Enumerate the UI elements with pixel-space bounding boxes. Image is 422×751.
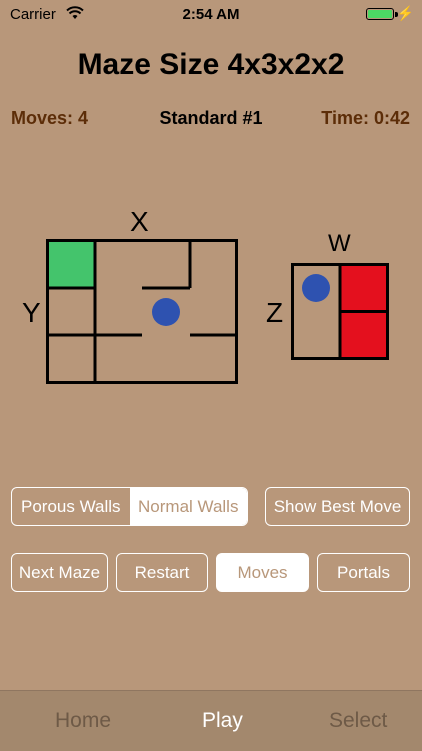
- page-title: Maze Size 4x3x2x2: [77, 48, 345, 81]
- player-marker-zw: [302, 274, 330, 302]
- normal-walls-option[interactable]: Normal Walls: [129, 488, 247, 525]
- status-bar: Carrier 2:54 AM ⚡: [0, 0, 422, 30]
- player-marker-xy: [152, 298, 180, 326]
- zw-maze-grid[interactable]: [291, 263, 389, 360]
- porous-walls-option[interactable]: Porous Walls: [12, 488, 130, 525]
- timer: Time: 0:42: [321, 108, 410, 128]
- tab-play[interactable]: Play: [202, 709, 243, 733]
- portals-button[interactable]: Portals: [317, 553, 410, 592]
- tab-select[interactable]: Select: [329, 709, 387, 733]
- wall-mode-segmented-control[interactable]: Porous Walls Normal Walls: [11, 487, 248, 526]
- show-best-move-button[interactable]: Show Best Move: [265, 487, 410, 526]
- maze-board[interactable]: [0, 200, 422, 400]
- restart-button[interactable]: Restart: [116, 553, 208, 592]
- goal-cell: [48, 241, 95, 288]
- moves-button[interactable]: Moves: [216, 553, 309, 592]
- xy-maze-grid[interactable]: [46, 239, 238, 384]
- battery-icon: [366, 8, 394, 20]
- blocked-cell-bottom: [340, 311, 387, 358]
- charging-bolt-icon: ⚡: [396, 5, 414, 21]
- tab-home[interactable]: Home: [55, 709, 111, 733]
- next-maze-button[interactable]: Next Maze: [11, 553, 108, 592]
- clock: 2:54 AM: [182, 6, 240, 23]
- blocked-cell-top: [340, 264, 387, 311]
- tab-bar: Home Play Select: [0, 690, 422, 751]
